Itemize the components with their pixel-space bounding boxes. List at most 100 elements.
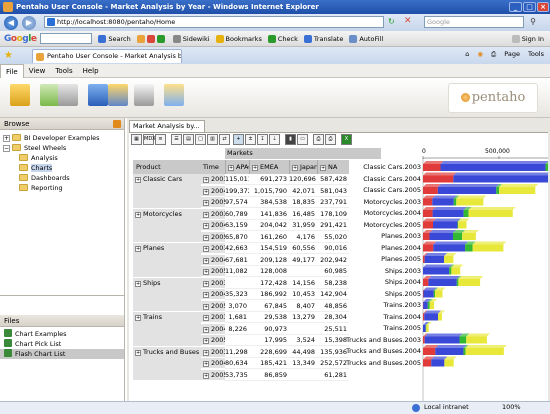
autofill-button[interactable]: AutoFill (349, 34, 383, 43)
address-bar[interactable]: http://localhost:8080/pentaho/Home (44, 16, 384, 28)
bar-segment[interactable] (425, 325, 427, 332)
product-row-header[interactable]: + Trucks and Buses (133, 346, 201, 381)
bar-segment[interactable] (432, 210, 464, 217)
zoom-level[interactable]: 100% (502, 403, 521, 411)
save-icon[interactable] (88, 84, 108, 106)
tree-item-charts[interactable]: Charts (0, 163, 124, 173)
file-item-chart-pick-list[interactable]: Chart Pick List (0, 339, 124, 349)
page-menu[interactable]: Page (504, 50, 520, 59)
bar-segment[interactable] (444, 359, 454, 367)
bar-segment[interactable] (424, 336, 460, 344)
bar-segment[interactable] (435, 290, 443, 298)
ie-search-input[interactable]: Google (424, 16, 524, 28)
config-table-icon[interactable]: ☰ (171, 134, 182, 145)
close-button[interactable]: × (537, 2, 549, 12)
bar-segment[interactable] (429, 302, 435, 309)
menu-file[interactable]: File (0, 63, 24, 78)
bar-segment[interactable] (423, 187, 438, 194)
bar-segment[interactable] (453, 198, 457, 206)
bar-segment[interactable] (423, 256, 425, 263)
year-row-header[interactable]: +2005 (201, 335, 225, 346)
splitter[interactable] (0, 295, 124, 315)
bar-segment[interactable] (463, 210, 469, 217)
drill-through-icon[interactable]: ⇣ (269, 134, 280, 145)
bar-segment[interactable] (423, 267, 450, 275)
bar-segment[interactable] (466, 336, 487, 344)
drill-position-icon[interactable]: ± (245, 134, 256, 145)
stop-icon[interactable]: ✕ (404, 16, 412, 26)
bar-segment[interactable] (423, 244, 434, 252)
bar-segment[interactable] (458, 279, 481, 286)
year-row-header[interactable]: +2004 (201, 220, 225, 231)
bar-segment[interactable] (463, 348, 466, 355)
bar-segment[interactable] (432, 198, 454, 206)
markets-header[interactable]: Markets (225, 148, 381, 159)
bar-segment[interactable] (438, 313, 442, 321)
year-row-header[interactable]: +2003 (201, 346, 225, 358)
bar-segment[interactable] (423, 221, 434, 229)
bar-segment[interactable] (426, 325, 429, 332)
minimize-button[interactable]: _ (509, 2, 522, 12)
export-excel-icon[interactable]: X (341, 134, 352, 145)
bar-segment[interactable] (423, 302, 428, 309)
tree-item-analysis[interactable]: Analysis (0, 153, 124, 163)
product-row-header[interactable]: + Planes (133, 243, 201, 278)
menu-view[interactable]: View (24, 64, 51, 78)
tree-item-steel-wheels[interactable]: − Steel Wheels (0, 143, 124, 153)
bar-segment[interactable] (423, 336, 425, 344)
bar-segment[interactable] (433, 290, 436, 298)
refresh-browse-icon[interactable] (113, 120, 121, 128)
bar-segment[interactable] (499, 187, 536, 194)
bar-segment[interactable] (437, 187, 497, 194)
chart-config-icon[interactable]: ▭ (297, 134, 308, 145)
bar-segment[interactable] (462, 233, 476, 240)
bar-segment[interactable] (440, 164, 546, 171)
hide-spans-icon[interactable]: □ (195, 134, 206, 145)
bar-segment[interactable] (423, 348, 436, 355)
show-parents-icon[interactable]: ▤ (183, 134, 194, 145)
print-setup-icon[interactable]: ⎙ (313, 134, 324, 145)
bar-segment[interactable] (431, 359, 445, 367)
search-icon[interactable]: ⚲ (527, 16, 539, 28)
product-row-header[interactable]: + Classic Cars (133, 174, 201, 209)
favorites-star-icon[interactable]: ★ (4, 50, 13, 61)
home-icon[interactable]: ⌂ (465, 50, 469, 59)
bar-segment[interactable] (465, 244, 473, 252)
bar-segment[interactable] (472, 244, 504, 252)
file-item-chart-examples[interactable]: Chart Examples (0, 329, 124, 339)
check-button[interactable]: Check (267, 34, 298, 43)
bar-segment[interactable] (423, 279, 429, 286)
year-row-header[interactable]: +2003 (201, 312, 225, 323)
year-row-header[interactable]: +2004 (201, 254, 225, 266)
translate-button[interactable]: Translate (303, 34, 343, 43)
bar-segment[interactable] (423, 175, 454, 183)
print-icon[interactable] (134, 84, 154, 106)
market-column-header[interactable]: +APAC (225, 160, 249, 174)
maximize-button[interactable]: □ (523, 2, 536, 12)
open-folder-icon[interactable] (10, 84, 30, 106)
bar-segment[interactable] (496, 187, 500, 194)
bar-segment[interactable] (457, 221, 459, 229)
bar-segment[interactable] (465, 348, 504, 355)
market-column-header[interactable]: + EMEA (249, 160, 289, 174)
new-analysis-icon[interactable] (58, 84, 78, 106)
show-chart-icon[interactable]: ▮ (285, 134, 296, 145)
bar-segment[interactable] (433, 244, 466, 252)
drill-member-icon[interactable]: + (233, 134, 244, 145)
bar-segment[interactable] (428, 279, 457, 286)
bar-segment[interactable] (459, 336, 467, 344)
year-row-header[interactable]: +2003 (201, 174, 225, 185)
year-row-header[interactable]: +2005 (201, 266, 225, 277)
bar-segment[interactable] (429, 233, 453, 240)
signin-button[interactable]: Sign In (511, 34, 544, 43)
product-row-header[interactable]: + Trains (133, 312, 201, 347)
swap-axes-icon[interactable]: ⇄ (219, 134, 230, 145)
bar-segment[interactable] (423, 164, 441, 171)
bar-segment[interactable] (449, 267, 452, 275)
tree-item-dashboards[interactable]: Dashboards (0, 173, 124, 183)
save-as-icon[interactable] (108, 84, 128, 106)
bar-segment[interactable] (444, 256, 454, 263)
print-icon[interactable]: ⎙ (491, 50, 496, 59)
browser-tab[interactable]: Pentaho User Console - Market Analysis b… (32, 49, 182, 63)
bar-segment[interactable] (468, 210, 513, 217)
